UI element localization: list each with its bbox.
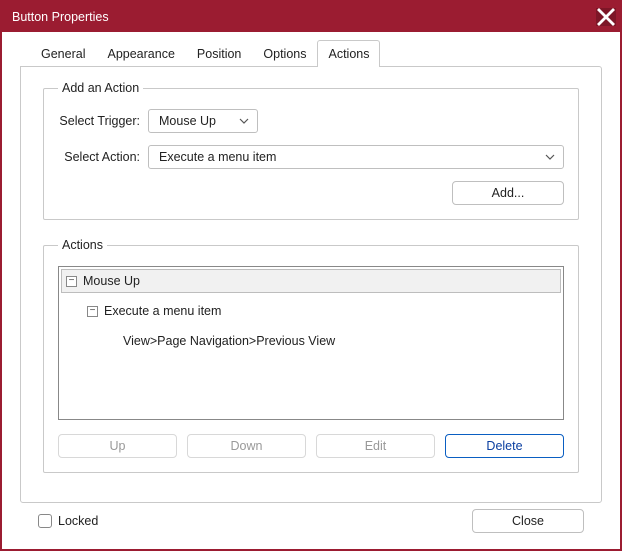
group-actions: Actions − Mouse Up − Execute a menu item… [43,238,579,473]
up-button[interactable]: Up [58,434,177,458]
actions-tree[interactable]: − Mouse Up − Execute a menu item View>Pa… [58,266,564,420]
select-action-value: Execute a menu item [159,150,276,164]
tree-item-detail[interactable]: View>Page Navigation>Previous View [59,329,563,353]
dialog-window: Button Properties General Appearance Pos… [0,0,622,551]
select-action[interactable]: Execute a menu item [148,145,564,169]
client-area: General Appearance Position Options Acti… [2,32,620,549]
down-button[interactable]: Down [187,434,306,458]
action-button-row: Up Down Edit Delete [58,434,564,458]
close-button[interactable]: Close [472,509,584,533]
collapse-icon[interactable]: − [87,306,98,317]
select-trigger-value: Mouse Up [159,114,216,128]
close-icon[interactable] [596,8,616,26]
locked-checkbox[interactable]: Locked [38,514,98,528]
chevron-down-icon [545,152,555,162]
tree-item-trigger[interactable]: − Mouse Up [61,269,561,293]
tab-position[interactable]: Position [186,40,252,67]
tab-options[interactable]: Options [252,40,317,67]
tree-item-label: View>Page Navigation>Previous View [123,334,335,348]
label-select-action: Select Action: [58,150,148,164]
window-title: Button Properties [12,10,109,24]
select-trigger[interactable]: Mouse Up [148,109,258,133]
tab-actions[interactable]: Actions [317,40,380,67]
tabpanel-actions: Add an Action Select Trigger: Mouse Up S… [20,66,602,503]
collapse-icon[interactable]: − [66,276,77,287]
dialog-footer: Locked Close [20,503,602,535]
tab-appearance[interactable]: Appearance [96,40,185,67]
delete-button[interactable]: Delete [445,434,564,458]
locked-label: Locked [58,514,98,528]
label-select-trigger: Select Trigger: [58,114,148,128]
tree-item-label: Execute a menu item [104,304,221,318]
tabstrip: General Appearance Position Options Acti… [20,40,602,67]
tree-item-label: Mouse Up [83,274,140,288]
edit-button[interactable]: Edit [316,434,435,458]
chevron-down-icon [239,116,249,126]
titlebar: Button Properties [2,2,620,32]
add-button[interactable]: Add... [452,181,564,205]
group-add-action: Add an Action Select Trigger: Mouse Up S… [43,81,579,220]
group-add-action-legend: Add an Action [58,81,143,95]
checkbox-icon [38,514,52,528]
tab-general[interactable]: General [30,40,96,67]
tree-item-action[interactable]: − Execute a menu item [59,299,563,323]
group-actions-legend: Actions [58,238,107,252]
